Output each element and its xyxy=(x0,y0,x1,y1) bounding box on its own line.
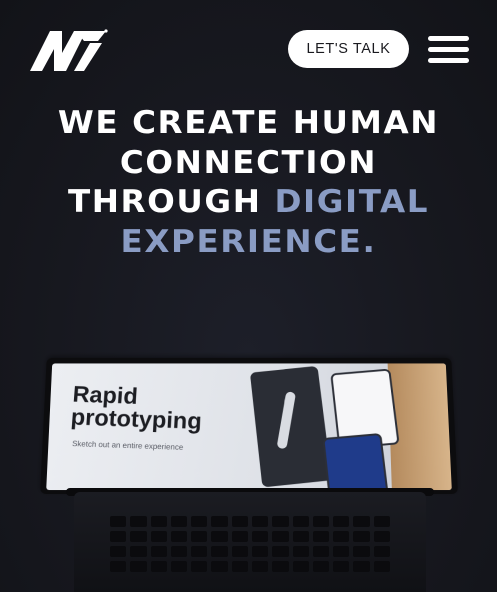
key xyxy=(252,516,269,527)
headline-line-1: WE CREATE HUMAN xyxy=(57,105,440,141)
key xyxy=(252,561,269,572)
key xyxy=(373,561,390,572)
n7-logo-icon[interactable] xyxy=(28,27,110,73)
key xyxy=(312,546,330,557)
key xyxy=(272,531,289,542)
dark-device-mockup xyxy=(249,365,332,488)
key xyxy=(211,561,228,572)
key xyxy=(191,561,208,572)
key xyxy=(170,531,188,542)
key xyxy=(211,546,228,557)
key xyxy=(272,561,289,572)
key xyxy=(170,561,188,572)
key xyxy=(333,516,350,527)
key xyxy=(150,561,167,572)
keyboard xyxy=(110,516,390,572)
key xyxy=(231,531,248,542)
key xyxy=(130,561,147,572)
lets-talk-button[interactable]: LET'S TALK xyxy=(288,30,409,68)
key xyxy=(150,531,167,542)
key xyxy=(373,546,390,557)
phone-mockup-blue xyxy=(322,432,389,491)
key xyxy=(191,531,208,542)
laptop-keyboard-deck xyxy=(74,492,426,592)
key xyxy=(130,516,147,527)
key xyxy=(130,546,147,557)
key xyxy=(333,546,350,557)
screen-display: Rapid prototyping Sketch out an entire e… xyxy=(46,363,452,491)
key xyxy=(312,516,330,527)
key xyxy=(333,561,350,572)
key xyxy=(312,561,330,572)
key xyxy=(252,546,269,557)
key xyxy=(353,516,370,527)
key xyxy=(191,516,208,527)
key xyxy=(170,546,188,557)
key xyxy=(292,561,309,572)
headline-through: THROUGH xyxy=(67,184,275,220)
screen-subtitle: Sketch out an entire experience xyxy=(71,439,184,452)
key xyxy=(272,516,289,527)
key xyxy=(110,531,127,542)
key xyxy=(252,531,269,542)
key xyxy=(110,516,127,527)
key xyxy=(373,531,390,542)
key xyxy=(110,561,127,572)
key xyxy=(231,516,248,527)
screen-title-line-2: prototyping xyxy=(69,404,203,435)
laptop-mockup: Rapid prototyping Sketch out an entire e… xyxy=(0,330,497,592)
key xyxy=(373,516,390,527)
laptop-screen: Rapid prototyping Sketch out an entire e… xyxy=(40,357,458,494)
key xyxy=(150,546,167,557)
headline-digital: DIGITAL xyxy=(274,184,430,220)
key xyxy=(292,516,309,527)
key xyxy=(110,546,127,557)
key xyxy=(292,531,309,542)
key xyxy=(150,516,167,527)
hero-headline: WE CREATE HUMAN CONNECTION THROUGH DIGIT… xyxy=(0,104,497,262)
headline-line-2: CONNECTION xyxy=(119,144,378,181)
key xyxy=(353,561,370,572)
key xyxy=(292,546,309,557)
headline-experience: EXPERIENCE. xyxy=(120,223,377,260)
key xyxy=(211,516,228,527)
headline-line-3: THROUGH DIGITAL xyxy=(0,183,497,223)
key xyxy=(170,516,188,527)
key xyxy=(353,546,370,557)
key xyxy=(211,531,228,542)
screen-title: Rapid prototyping xyxy=(69,382,203,435)
key xyxy=(272,546,289,557)
key xyxy=(231,546,248,557)
key xyxy=(191,546,208,557)
key xyxy=(231,561,248,572)
key xyxy=(353,531,370,542)
key xyxy=(312,531,330,542)
key xyxy=(130,531,147,542)
key xyxy=(333,531,350,542)
site-header: LET'S TALK xyxy=(0,0,497,100)
hamburger-menu-icon[interactable] xyxy=(428,36,470,64)
